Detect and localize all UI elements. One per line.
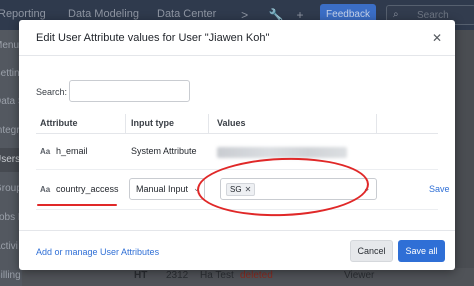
column-divider — [125, 114, 126, 134]
sidebar-item-menu[interactable]: Menu — [0, 40, 19, 51]
row-status: deleted — [240, 270, 273, 281]
edit-user-attributes-modal: Edit User Attribute values for User "Jia… — [19, 20, 455, 270]
modal-footer: Add or manage User Attributes Cancel Sav… — [19, 230, 455, 270]
row-id: 2312 — [166, 270, 189, 281]
row-name: Ha Test — [200, 270, 234, 281]
nav-reporting[interactable]: Reporting — [0, 8, 46, 20]
modal-title: Edit User Attribute values for User "Jia… — [36, 32, 270, 44]
search-input[interactable] — [69, 80, 190, 102]
search-icon: ⌕ — [393, 9, 399, 20]
table-row: HT 2312 Ha Test deleted Viewer — [22, 268, 474, 286]
attributes-table-header: Attribute Input type Values — [36, 114, 438, 134]
input-type-selected-value: Manual Input — [136, 184, 189, 194]
column-header-attribute: Attribute — [40, 118, 78, 128]
column-divider — [208, 114, 209, 134]
row-save-button[interactable]: Save — [429, 184, 450, 194]
text-type-icon: Aa — [40, 185, 51, 194]
attribute-name: country_access — [56, 184, 119, 194]
manage-user-attributes-link[interactable]: Add or manage User Attributes — [36, 247, 159, 257]
modal-header: Edit User Attribute values for User "Jia… — [19, 20, 455, 56]
column-divider — [376, 114, 377, 134]
sidebar-item-users[interactable]: Users — [0, 154, 20, 165]
sidebar-item-billing[interactable]: Billing — [0, 270, 21, 281]
nav-data-modeling[interactable]: Data Modeling — [68, 8, 139, 20]
text-type-icon: Aa — [40, 147, 51, 156]
input-type-select[interactable]: Manual Input ⌄ — [129, 178, 205, 200]
sidebar-item-integrations[interactable]: Integr — [0, 125, 20, 136]
annotation-underline — [37, 204, 117, 206]
attribute-name: h_email — [56, 146, 88, 156]
search-label: Search: — [36, 87, 68, 97]
nav-data-center[interactable]: Data Center — [157, 8, 216, 20]
row-code: HT — [134, 270, 148, 281]
row-role: Viewer — [344, 270, 375, 281]
sidebar-item-activity[interactable]: Activi — [0, 241, 18, 252]
input-type-value: System Attribute — [131, 146, 197, 156]
cancel-button[interactable]: Cancel — [350, 240, 393, 262]
redacted-value — [217, 147, 347, 158]
column-header-values: Values — [217, 118, 246, 128]
save-all-button[interactable]: Save all — [398, 240, 445, 262]
column-header-input-type: Input type — [131, 118, 174, 128]
close-icon[interactable]: ✕ — [429, 30, 445, 46]
